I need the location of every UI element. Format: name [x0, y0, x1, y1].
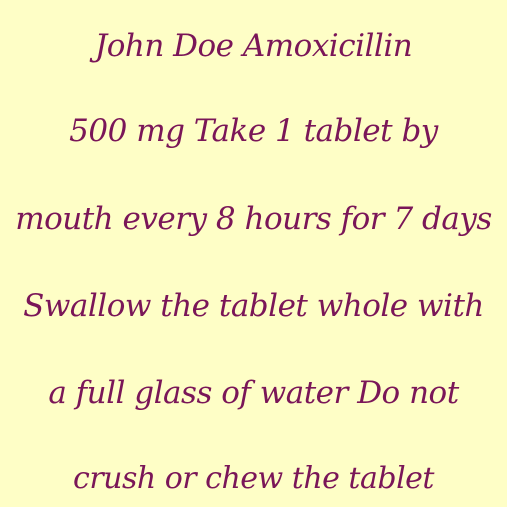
label-line-patient-drug: John Doe Amoxicillin — [94, 28, 413, 64]
image-edge-bottom — [0, 507, 512, 512]
image-edge-right — [507, 0, 512, 512]
label-background: John Doe Amoxicillin 500 mg Take 1 table… — [0, 0, 507, 507]
prescription-label-image: John Doe Amoxicillin 500 mg Take 1 table… — [0, 0, 512, 512]
label-line-instruction-water: a full glass of water Do not — [48, 375, 459, 411]
label-line-dosage: 500 mg Take 1 tablet by — [69, 113, 438, 149]
label-line-frequency: mouth every 8 hours for 7 days — [15, 201, 492, 237]
label-line-instruction-swallow: Swallow the tablet whole with — [23, 288, 484, 324]
label-line-instruction-crush: crush or chew the tablet — [73, 461, 434, 496]
